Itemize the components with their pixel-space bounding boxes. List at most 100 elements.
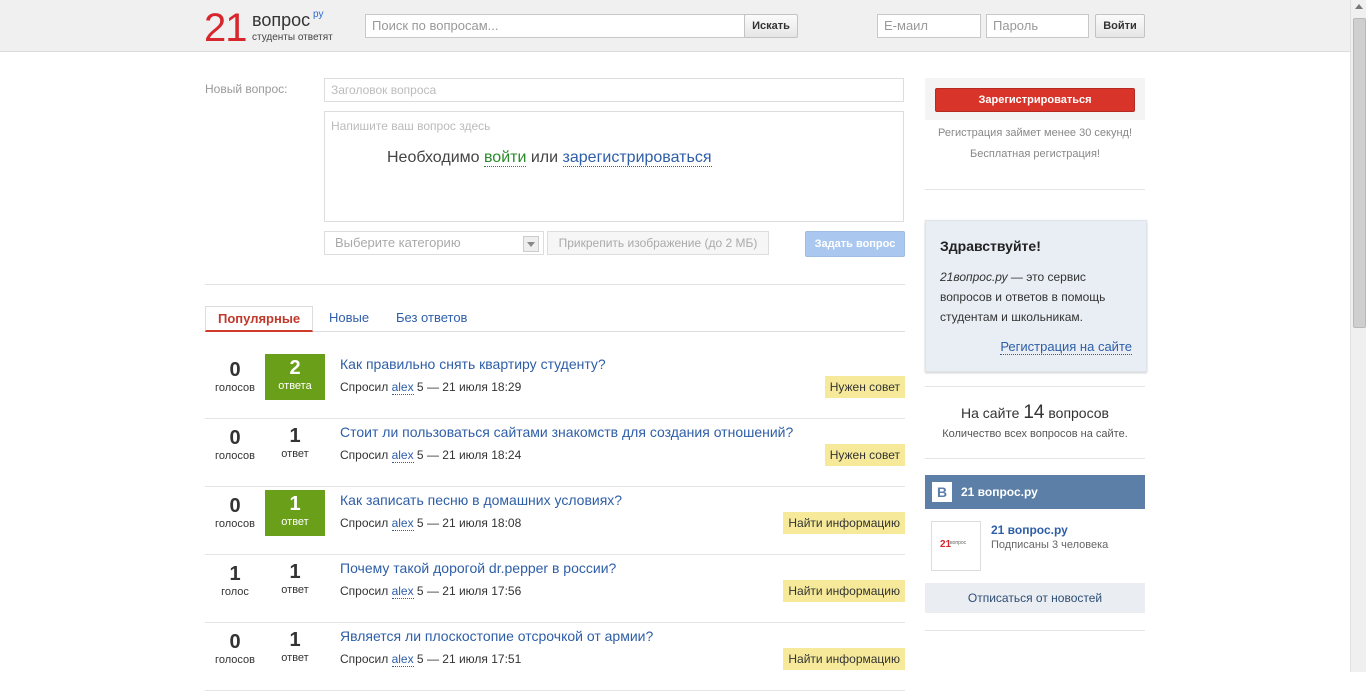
user-link[interactable]: alex [391,380,414,395]
register-button[interactable]: Зарегистрироваться [935,88,1135,112]
category-select[interactable]: Выберите категорию [324,231,544,255]
answer-label: ответ [281,584,309,596]
divider [925,386,1145,387]
answer-label: ответ [281,448,309,460]
stat-suffix: вопросов [1048,405,1109,421]
logo-tagline: студенты ответят [252,32,333,43]
register-note: Регистрация займет менее 30 секунд! [937,127,1132,139]
user-rep: 5 [416,652,424,666]
asked-label: Спросил [340,380,389,394]
question-meta: Спросил alex 5 — 21 июля 17:51 [340,652,521,667]
answer-label: ответа [278,380,312,392]
vote-count: 0 голосов [215,358,255,394]
stat-prefix: На сайте [961,405,1020,421]
answer-label: ответ [281,516,309,528]
tab-popular[interactable]: Популярные [205,306,314,332]
password-field[interactable]: Пароль [986,14,1089,38]
tab-new[interactable]: Новые [329,306,369,330]
vote-label: голос [221,586,249,598]
site-name: 21вопрос.ру [940,270,1008,284]
user-link[interactable]: alex [391,584,414,599]
vk-group-avatar[interactable]: 21 вопрос [931,521,981,571]
logo-suffix: ру [313,9,324,20]
page-scrollbar[interactable] [1350,0,1366,672]
scroll-up-icon[interactable] [1355,4,1363,9]
user-link[interactable]: alex [391,448,414,463]
user-rep: 5 [416,380,424,394]
top-header: 21 вопрос ру студенты ответят Поиск по в… [0,0,1350,52]
question-date: — 21 июля 17:56 [426,584,522,598]
answer-count: 1 ответ [265,422,325,468]
question-title-link[interactable]: Является ли плоскостопие отсрочкой от ар… [340,628,653,644]
vk-group-name[interactable]: 21 вопрос.ру [991,523,1068,537]
scrollbar-thumb[interactable] [1353,18,1366,328]
tab-unanswered[interactable]: Без ответов [396,306,467,330]
vk-unsubscribe-button[interactable]: Отписаться от новостей [925,583,1145,613]
vote-number: 1 [229,563,241,585]
question-title-link[interactable]: Почему такой дорогой dr.pepper в россии? [340,560,616,576]
category-tag[interactable]: Нужен совет [824,376,905,398]
category-tag[interactable]: Найти информацию [783,580,905,602]
question-row: 1 голос 1 ответ Почему такой дорогой dr.… [205,554,905,623]
search-input[interactable]: Поиск по вопросам... [365,14,749,38]
vk-widget-title: 21 вопрос.ру [961,485,1038,499]
vote-label: голосов [215,518,255,530]
answer-label: ответ [281,652,309,664]
ask-question-button[interactable]: Задать вопрос [805,231,905,257]
question-date: — 21 июля 18:08 [426,516,522,530]
answer-number: 1 [289,493,301,515]
question-title-link[interactable]: Стоит ли пользоваться сайтами знакомств … [340,424,793,440]
category-tag[interactable]: Нужен совет [824,444,905,466]
asked-label: Спросил [340,448,389,462]
answer-number: 1 [289,629,301,651]
attach-image-button[interactable]: Прикрепить изображение (до 2 МБ) [547,231,769,255]
question-body-input[interactable]: Напишите ваш вопрос здесь Необходимо вой… [324,111,904,222]
register-link[interactable]: зарегистрироваться [562,149,712,167]
site-register-link[interactable]: Регистрация на сайте [1000,339,1132,355]
question-title-link[interactable]: Как записать песню в домашних условиях? [340,492,622,508]
question-meta: Спросил alex 5 — 21 июля 18:29 [340,380,521,395]
vote-number: 0 [229,427,241,449]
user-link[interactable]: alex [391,516,414,531]
question-title-link[interactable]: Как правильно снять квартиру студенту? [340,356,606,372]
asked-label: Спросил [340,516,389,530]
user-link[interactable]: alex [391,652,414,667]
logo-word: вопрос [252,10,311,30]
login-link[interactable]: войти [483,149,527,167]
vk-widget-header[interactable]: B 21 вопрос.ру [925,475,1145,509]
user-rep: 5 [416,584,424,598]
vk-subscribers: Подписаны 3 человека [991,539,1109,551]
asked-label: Спросил [340,652,389,666]
question-row: 0 голосов 1 ответ Является ли плоскостоп… [205,622,905,691]
answer-count: 1 ответ [265,490,325,536]
question-row: 0 голосов 1 ответ Как записать песню в д… [205,486,905,555]
category-tag[interactable]: Найти информацию [783,648,905,670]
vote-count: 0 голосов [215,494,255,530]
welcome-title: Здравствуйте! [940,238,1041,254]
vote-count: 0 голосов [215,426,255,462]
vote-count: 1 голос [215,562,255,598]
answer-count: 2 ответа [265,354,325,400]
need-text: Необходимо [387,149,480,166]
question-tabs: Популярные Новые Без ответов [205,306,905,332]
question-row: 0 голосов 2 ответа Как правильно снять к… [205,350,905,419]
category-tag[interactable]: Найти информацию [783,512,905,534]
stat-note: Количество всех вопросов на сайте. [942,428,1128,440]
category-placeholder: Выберите категорию [335,235,461,250]
email-field[interactable]: E-маил [877,14,981,38]
answer-number: 1 [289,561,301,583]
vk-icon: B [932,482,952,502]
stat-count: 14 [1023,402,1045,423]
question-title-input[interactable]: Заголовок вопроса [324,78,904,102]
answer-number: 2 [289,357,301,379]
login-button[interactable]: Войти [1095,14,1145,38]
chevron-down-icon[interactable] [523,236,539,252]
user-rep: 5 [416,448,424,462]
vote-label: голосов [215,450,255,462]
answer-number: 1 [289,425,301,447]
divider [925,630,1145,631]
welcome-panel: Здравствуйте! 21вопрос.ру — это сервис в… [925,220,1147,372]
vote-number: 0 [229,359,241,381]
search-button[interactable]: Искать [744,14,798,38]
divider [925,458,1145,459]
